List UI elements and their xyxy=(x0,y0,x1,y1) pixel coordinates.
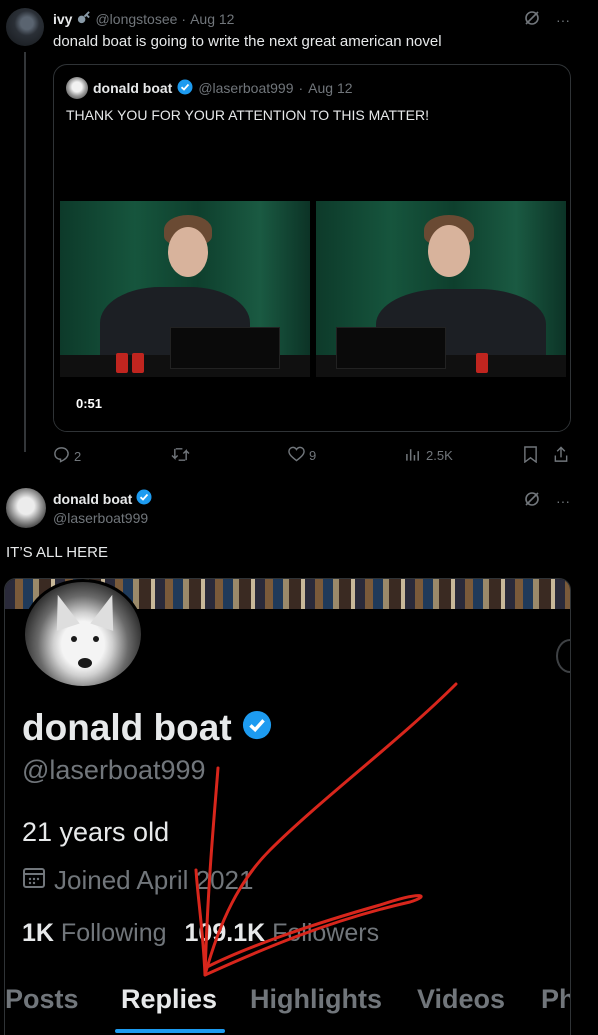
verified-badge-icon xyxy=(242,707,272,749)
tweet-actions: 2 9 2.5K xyxy=(53,446,571,466)
tweet-top-icons: ··· xyxy=(524,491,570,510)
bookmark-icon xyxy=(523,446,538,466)
tweet-header: ivy @longstosee · Aug 12 xyxy=(53,10,235,28)
tab-posts: Posts xyxy=(5,984,79,1014)
quote-text: THANK YOU FOR YOUR ATTENTION TO THIS MAT… xyxy=(66,107,430,123)
profile-follow-counts: 1K Following 109.1K Followers xyxy=(22,919,379,948)
video-duration: 0:51 xyxy=(76,396,103,411)
active-tab-indicator xyxy=(115,1029,225,1033)
avatar[interactable] xyxy=(6,8,44,46)
author-handle[interactable]: @longstosee xyxy=(95,11,177,27)
tweet-header: donald boat xyxy=(53,489,152,508)
profile-handle: @laserboat999 xyxy=(22,755,206,785)
profile-bio: 21 years old xyxy=(22,817,170,847)
more-icon[interactable]: ··· xyxy=(556,12,570,28)
tweet-ivy[interactable]: ivy @longstosee · Aug 12 ··· donald boat… xyxy=(0,0,598,475)
author-handle[interactable]: @laserboat999 xyxy=(53,510,148,526)
retweet-button[interactable] xyxy=(171,446,190,466)
profile-joined: Joined April 2021 xyxy=(22,865,253,896)
author-name[interactable]: donald boat xyxy=(53,491,132,507)
profile-screenshot-image[interactable]: donald boat @laserboat999 21 years old J… xyxy=(4,578,571,1035)
views-count: 2.5K xyxy=(426,448,453,463)
quote-author-name: donald boat xyxy=(93,80,173,96)
quote-tweet[interactable]: donald boat @laserboat999 · Aug 12 THANK… xyxy=(53,64,571,432)
tab-replies: Replies xyxy=(121,984,218,1014)
following-stat: 1K Following xyxy=(22,919,167,947)
quote-author-handle: @laserboat999 xyxy=(198,80,294,96)
reply-icon xyxy=(53,446,70,466)
share-button[interactable] xyxy=(553,446,569,466)
grok-icon[interactable] xyxy=(524,10,540,29)
like-icon xyxy=(288,446,305,465)
profile-name: donald boat xyxy=(22,707,272,749)
tweet-top-icons: ··· xyxy=(524,10,570,29)
video-player[interactable]: 0:51 xyxy=(54,195,570,431)
verified-badge-icon xyxy=(136,489,152,508)
like-button[interactable]: 9 xyxy=(288,446,316,465)
views-button[interactable]: 2.5K xyxy=(405,446,453,465)
quote-header: donald boat @laserboat999 · Aug 12 xyxy=(66,77,353,99)
author-name[interactable]: ivy xyxy=(53,11,72,27)
profile-tabs: Posts Replies Highlights Videos Ph xyxy=(5,982,570,1035)
share-icon xyxy=(553,446,569,466)
follow-button-edge xyxy=(556,639,570,673)
tab-photos: Ph xyxy=(541,984,570,1014)
calendar-icon xyxy=(22,865,46,896)
followers-stat: 109.1K Followers xyxy=(184,919,380,947)
tweet-text: donald boat is going to write the next g… xyxy=(53,33,442,50)
more-icon[interactable]: ··· xyxy=(556,493,570,509)
tweet-text: IT’S ALL HERE xyxy=(6,544,108,561)
verified-badge-icon xyxy=(177,79,193,98)
avatar[interactable] xyxy=(6,488,46,528)
tab-highlights: Highlights xyxy=(250,984,382,1014)
tweet-donald-boat[interactable]: donald boat @laserboat999 ··· IT’S ALL H… xyxy=(0,475,598,1035)
quote-avatar xyxy=(66,77,88,99)
tab-videos: Videos xyxy=(417,984,506,1014)
views-icon xyxy=(405,446,422,465)
grok-icon[interactable] xyxy=(524,491,540,510)
satellite-icon xyxy=(76,10,91,28)
profile-avatar xyxy=(22,579,144,689)
tweet-date[interactable]: Aug 12 xyxy=(190,11,234,27)
like-count: 9 xyxy=(309,448,317,463)
reply-button[interactable]: 2 xyxy=(53,446,81,466)
quote-date: Aug 12 xyxy=(308,80,353,96)
bookmark-button[interactable] xyxy=(523,446,538,466)
video-frame-left xyxy=(60,201,310,377)
video-frame-right xyxy=(316,201,566,377)
reply-count: 2 xyxy=(74,448,82,464)
retweet-icon xyxy=(171,446,190,466)
